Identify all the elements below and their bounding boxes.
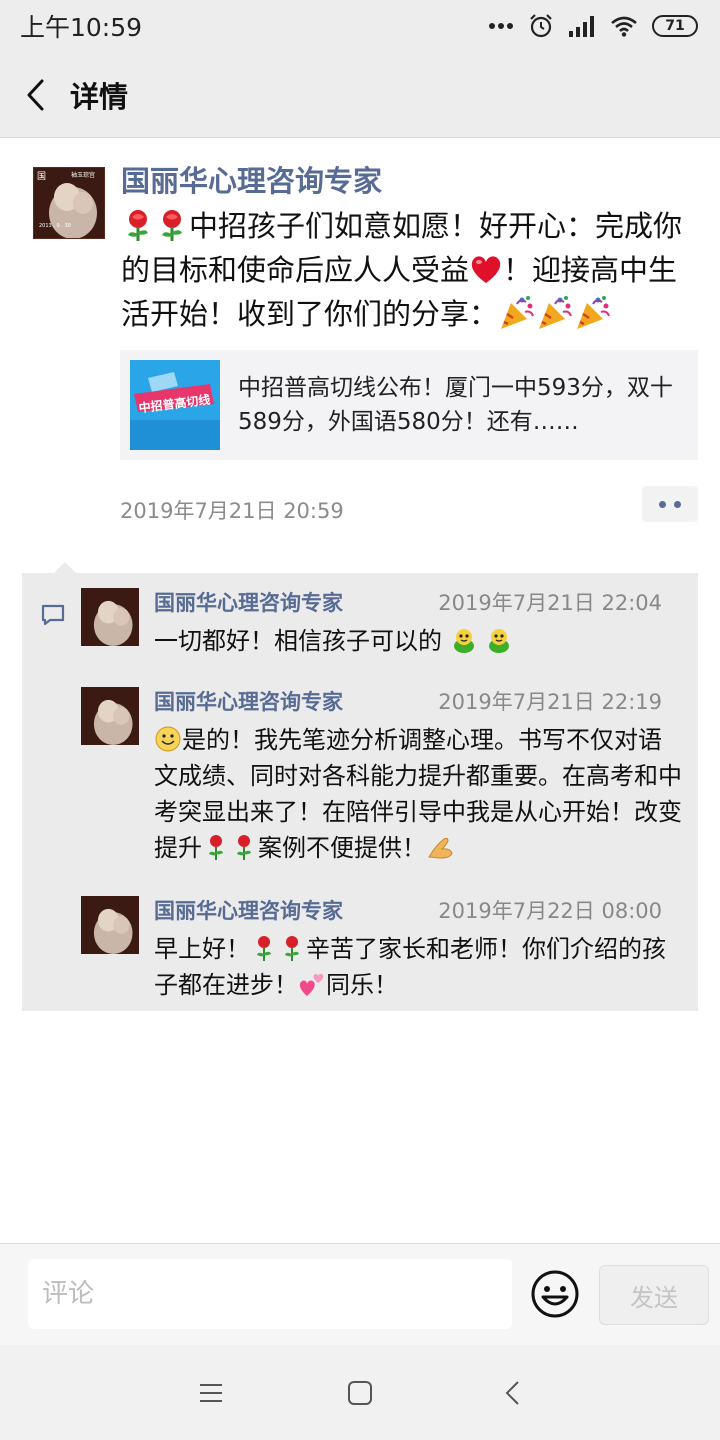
shared-link-card[interactable]: 中招普高切线 中招普高切线公布！厦门一中593分，双十589分，外国语580分！… [120,350,698,460]
comment-author[interactable]: 国丽华心理咨询专家 [154,686,343,716]
commenter-avatar[interactable] [81,588,139,646]
battery-icon: 71 [652,15,698,37]
comment-icon [41,604,65,626]
comment-input[interactable] [28,1259,512,1329]
rose-emoji-icon [285,936,299,961]
status-time: 上午10:59 [20,13,143,42]
system-nav-bar [0,1345,720,1440]
rose-emoji-icon [209,835,223,860]
post-author-name[interactable]: 国丽华心理咨询专家 [121,158,382,200]
link-title: 中招普高切线公布！厦门一中593分，双十589分，外国语580分！还有…… [238,375,673,435]
party-popper-icon [577,296,610,329]
comment-time: 2019年7月21日 22:19 [438,690,662,714]
status-icons: 71 [488,13,698,39]
author-avatar[interactable]: 国 袖玉琮宫 2013 . 9 . 30 [33,167,105,239]
comment-text-part: 早上好！ [154,935,250,963]
commenter-avatar[interactable] [81,687,139,745]
comment-time: 2019年7月21日 22:04 [438,591,662,615]
post-text: 中招孩子们如意如愿！好开心：完成你的目标和使命后应人人受益 ！迎接高中生活开始！收… [121,204,696,336]
nav-bar: 详情 [0,52,720,138]
comment-text: 一切都好！相信孩子可以的 [154,623,684,659]
home-square-icon [348,1381,372,1405]
comment-item[interactable]: 国丽华心理咨询专家 2019年7月22日 08:00 早上好！ 辛苦了家长和老师！… [81,881,681,1011]
wifi-icon [611,16,637,37]
comments-section: 国丽华心理咨询专家 2019年7月21日 22:04 一切都好！相信孩子可以的 … [22,562,698,1011]
commenter-avatar[interactable] [81,896,139,954]
comment-text-part: 案例不便提供！ [258,834,426,862]
alarm-icon [530,14,552,38]
comment-text: 是的！我先笔迹分析调整心理。书写不仅对语文成绩、同时对各科能力提升都重要。在高考… [154,722,684,866]
rose-emoji-icon [237,835,251,860]
frog-emoji-icon [489,629,510,653]
comment-author[interactable]: 国丽华心理咨询专家 [154,895,343,925]
post-timestamp: 2019年7月21日 20:59 [120,499,344,523]
comment-text: 早上好！ 辛苦了家长和老师！你们介绍的孩子都在进步！ 同乐！ [154,931,684,1003]
back-nav-button[interactable] [497,1378,527,1408]
avatar-caption-text: 2013 . 9 . 30 [39,223,71,229]
ok-hand-emoji-icon [428,837,453,859]
menu-nav-button[interactable] [196,1378,226,1408]
frog-emoji-icon [453,629,474,653]
rose-emoji-icon [162,210,182,241]
more-icon [489,23,513,29]
send-button[interactable]: 发送 [599,1265,709,1325]
home-nav-button[interactable] [345,1378,375,1408]
comment-item[interactable]: 国丽华心理咨询专家 2019年7月21日 22:04 一切都好！相信孩子可以的 [81,573,681,673]
dot-icon [659,500,666,508]
heart-emoji-icon [471,256,501,283]
avatar-sign-text: 袖玉琮宫 [71,171,95,179]
party-popper-icon [539,296,572,329]
more-actions-button[interactable] [642,486,698,522]
comment-text-part: 一切都好！相信孩子可以的 [154,627,442,655]
rose-emoji-icon [128,210,148,241]
smile-emoji-icon [155,726,181,752]
status-bar: 上午10:59 71 [0,0,720,52]
chevron-left-icon [27,79,44,110]
comment-text-part: 同乐！ [326,971,398,999]
signal-icon [569,16,594,37]
comment-time: 2019年7月22日 08:00 [438,899,662,923]
back-button[interactable] [0,52,70,138]
two-hearts-emoji-icon [299,973,324,996]
dot-icon [674,500,681,508]
party-popper-icon [501,296,534,329]
comment-input-bar: 发送 [0,1243,720,1345]
comment-author[interactable]: 国丽华心理咨询专家 [154,587,343,617]
avatar-seal-text: 国 [37,171,46,182]
menu-icon [200,1384,222,1402]
link-thumbnail: 中招普高切线 [130,360,220,450]
page-title: 详情 [70,79,129,114]
emoji-button[interactable] [530,1269,580,1319]
comments-arrow [54,562,76,573]
comment-item[interactable]: 国丽华心理咨询专家 2019年7月21日 22:19 是的！我先笔迹分析调整心理… [81,672,684,882]
rose-emoji-icon [257,936,271,961]
back-triangle-icon [505,1381,519,1405]
